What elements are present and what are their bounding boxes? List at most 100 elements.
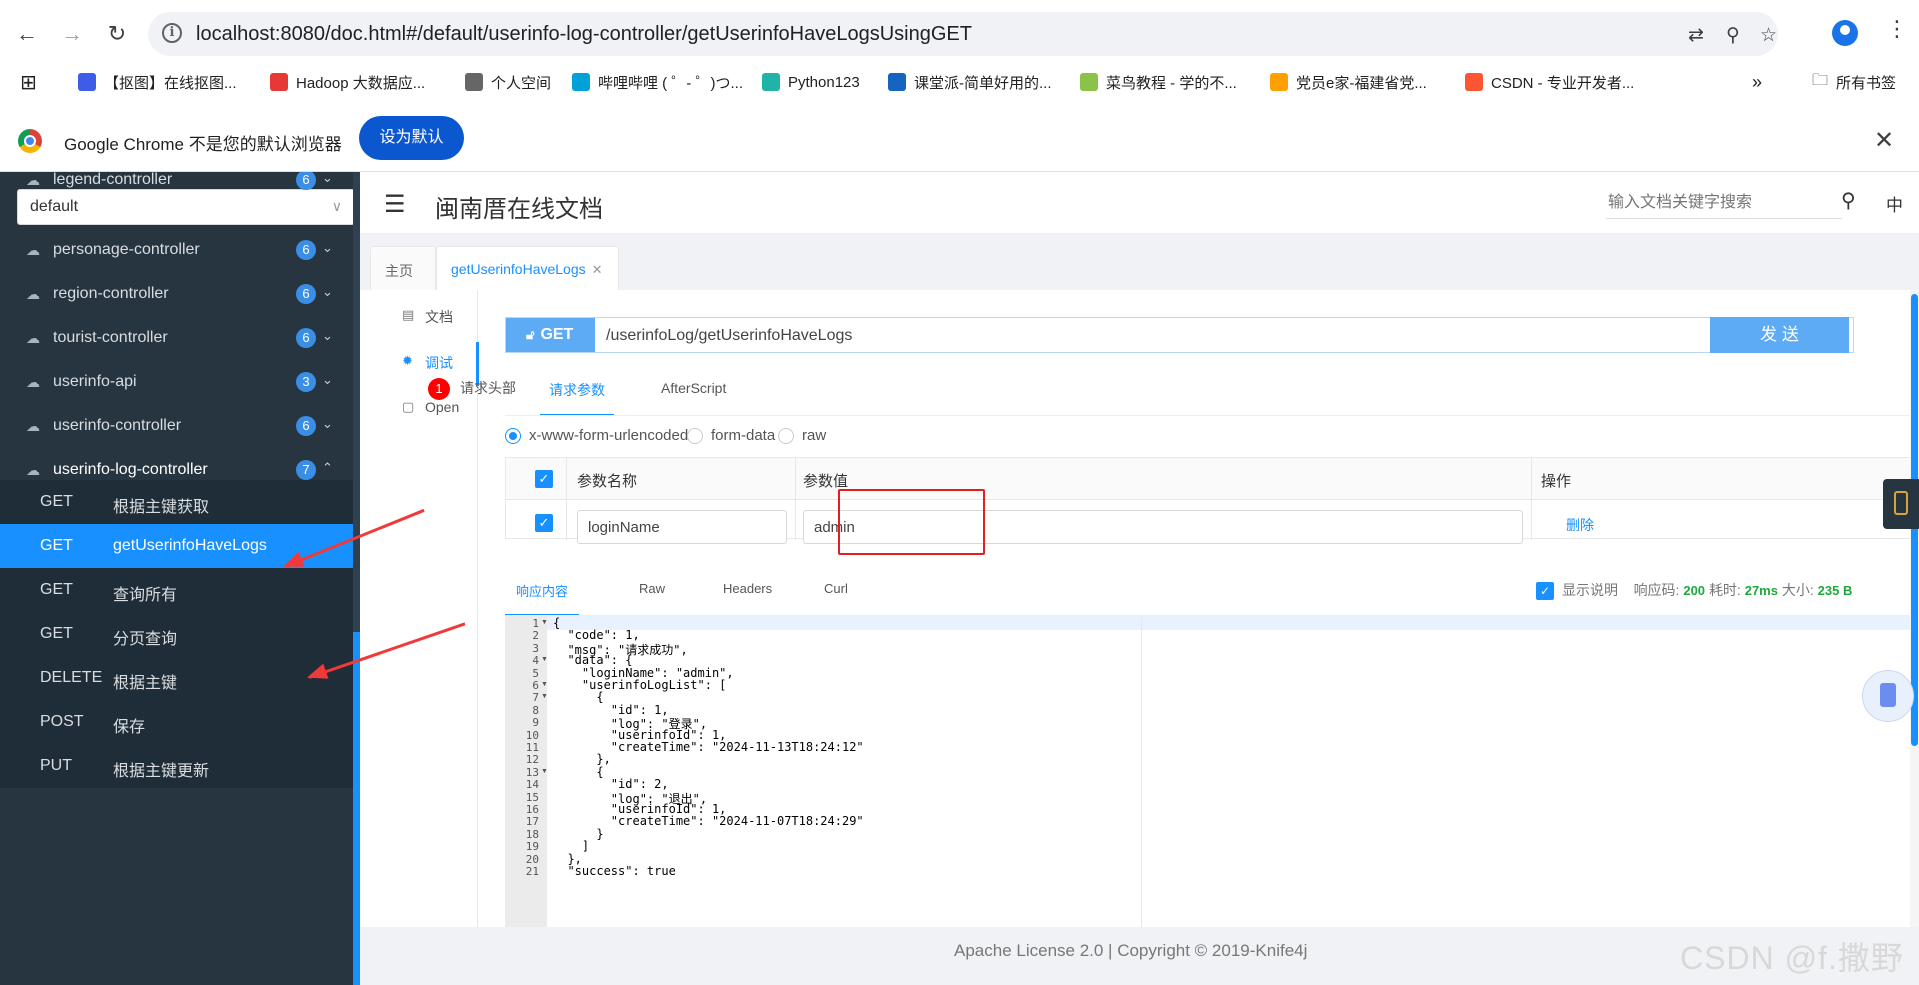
- api-item[interactable]: POST 保存: [0, 700, 355, 744]
- bookmark-item[interactable]: 党员e家-福建省党...: [1270, 70, 1427, 94]
- count-badge: 7: [296, 460, 316, 480]
- side-usb-widget[interactable]: [1883, 479, 1919, 529]
- param-name-input[interactable]: loginName: [577, 510, 787, 544]
- zoom-icon[interactable]: ⚲: [1726, 24, 1740, 47]
- show-desc-checkbox[interactable]: ✓: [1536, 582, 1554, 601]
- radio-urlencoded[interactable]: x-www-form-urlencoded: [505, 427, 688, 444]
- menu-toggle-icon[interactable]: ☰: [384, 190, 406, 219]
- tab-response-content[interactable]: 响应内容: [505, 581, 579, 616]
- forward-arrow-icon[interactable]: →: [55, 17, 89, 51]
- tab-response-curl[interactable]: Curl: [824, 581, 848, 616]
- response-editor[interactable]: 1 ▼ 2 3 4 ▼ 5 6 ▼ 7 ▼ 8 9 10 11 12 13 ▼ 14 15 16 17 18 19 20 21 {…: [505, 616, 1919, 927]
- col-divider: [795, 458, 796, 540]
- fold-toggle-icon[interactable]: ▼: [541, 693, 548, 700]
- sidebar-item-label: personage-controller: [53, 241, 200, 258]
- method-selector[interactable]: 🔓︎ GET: [506, 318, 595, 352]
- fold-toggle-icon[interactable]: ▼: [541, 681, 548, 688]
- tab-response-raw[interactable]: Raw: [639, 581, 665, 616]
- api-method: GET: [40, 625, 73, 642]
- line-number: 1: [532, 617, 539, 630]
- chevron-down-icon: ⌄: [322, 372, 333, 387]
- api-item[interactable]: PUT 根据主键更新: [0, 744, 355, 788]
- address-bar[interactable]: i localhost:8080/doc.html#/default/useri…: [148, 12, 1778, 56]
- bookmark-item[interactable]: CSDN - 专业开发者...: [1465, 70, 1634, 94]
- send-button[interactable]: 发 送: [1710, 317, 1849, 353]
- line-number: 4: [532, 654, 539, 668]
- search-icon[interactable]: ⚲: [1841, 188, 1856, 213]
- bookmark-favicon-icon: [270, 73, 288, 91]
- tab-api[interactable]: getUserinfoHaveLogs ✕: [436, 246, 619, 290]
- back-arrow-icon[interactable]: ←: [10, 17, 44, 51]
- bookmark-item[interactable]: 哔哩哔哩 ( ゜- ゜)つ...: [572, 70, 743, 94]
- tab-request-headers[interactable]: 1 请求头部: [428, 378, 516, 416]
- cloud-icon: ☁: [26, 374, 40, 390]
- menu-debug[interactable]: ✹ 调试: [360, 342, 479, 386]
- row-checkbox[interactable]: ✓: [535, 514, 553, 532]
- chrome-menu-icon[interactable]: ⋮: [1886, 16, 1908, 42]
- tab-request-params[interactable]: 请求参数: [540, 378, 614, 416]
- line-number: 10: [525, 728, 539, 742]
- api-method: POST: [40, 713, 84, 730]
- infobar-message: Google Chrome 不是您的默认浏览器: [64, 135, 342, 154]
- select-all-checkbox[interactable]: ✓: [535, 470, 553, 488]
- tabs-bar: 主页 getUserinfoHaveLogs ✕: [360, 234, 1919, 290]
- address-url[interactable]: localhost:8080/doc.html#/default/userinf…: [196, 23, 972, 46]
- main-header: ☰ 闽南厝在线文档 ⚲ 中: [360, 172, 1919, 234]
- document-icon: ▤: [402, 307, 415, 322]
- reload-icon[interactable]: ↻: [100, 17, 134, 51]
- bookmark-favicon-icon: [1270, 73, 1288, 91]
- language-switch[interactable]: 中: [1886, 191, 1903, 216]
- radio-raw[interactable]: raw: [778, 427, 826, 444]
- translate-icon[interactable]: ⇄: [1688, 24, 1704, 47]
- fold-toggle-icon[interactable]: ▼: [541, 768, 548, 775]
- time-label: 耗时:: [1708, 582, 1741, 598]
- cloud-icon: ☁: [26, 286, 40, 302]
- tab-close-icon[interactable]: ✕: [592, 262, 603, 277]
- response-size: 235 B: [1817, 583, 1853, 598]
- content-scrollbar[interactable]: [1910, 290, 1919, 927]
- bug-icon: ✹: [402, 353, 413, 368]
- all-bookmarks[interactable]: 🗀 所有书签: [1812, 70, 1896, 94]
- profile-avatar-icon[interactable]: [1832, 20, 1858, 46]
- response-time: 27ms: [1744, 583, 1778, 598]
- tab-after-script[interactable]: AfterScript: [661, 378, 726, 416]
- menu-doc[interactable]: ▤ 文档: [360, 296, 478, 336]
- doc-search-input[interactable]: [1606, 187, 1842, 219]
- request-url-input[interactable]: /userinfoLog/getUserinfoHaveLogs: [606, 327, 852, 345]
- tab-home[interactable]: 主页: [370, 246, 436, 290]
- site-info-icon[interactable]: i: [162, 23, 182, 43]
- bookmark-item[interactable]: Python123: [762, 70, 860, 94]
- infobar-close-icon[interactable]: ✕: [1874, 126, 1894, 155]
- bookmark-item[interactable]: 【抠图】在线抠图...: [78, 70, 237, 94]
- fold-toggle-icon[interactable]: ▼: [541, 656, 548, 663]
- line-number: 13: [525, 765, 539, 779]
- bookmark-star-icon[interactable]: ☆: [1760, 24, 1777, 47]
- radio-form-data[interactable]: form-data: [687, 427, 775, 444]
- floating-usb-button[interactable]: [1862, 670, 1914, 722]
- sidebar-scrollbar-thumb[interactable]: [353, 632, 360, 985]
- sidebar-item-legend-controller[interactable]: ☁ legend-controller 6 ⌄: [0, 172, 355, 196]
- bookmark-item[interactable]: 菜鸟教程 - 学的不...: [1080, 70, 1237, 94]
- status-code: 200: [1683, 583, 1706, 598]
- bookmark-item[interactable]: Hadoop 大数据应...: [270, 70, 425, 94]
- line-number: 2: [532, 629, 539, 643]
- api-item[interactable]: GET 分页查询: [0, 612, 355, 656]
- subtabs-divider: [505, 415, 1919, 416]
- browser-chrome: ← → ↻ i localhost:8080/doc.html#/default…: [0, 0, 1919, 172]
- sidebar-scrollbar[interactable]: [353, 172, 360, 985]
- radio-dot: [687, 427, 703, 444]
- bookmarks-more-icon[interactable]: »: [1752, 70, 1762, 94]
- count-badge: 6: [296, 284, 316, 304]
- api-item[interactable]: GET 查询所有: [0, 568, 355, 612]
- bookmark-item[interactable]: 课堂派-简单好用的...: [888, 70, 1052, 94]
- set-default-button[interactable]: 设为默认: [359, 116, 464, 160]
- params-table-header: [506, 458, 1918, 500]
- api-item[interactable]: DELETE 根据主键: [0, 656, 355, 700]
- bookmark-item[interactable]: 个人空间: [465, 70, 551, 94]
- apps-grid-icon[interactable]: ⊞: [20, 70, 37, 94]
- bookmark-label: 菜鸟教程 - 学的不...: [1106, 74, 1237, 92]
- tab-response-headers[interactable]: Headers: [723, 581, 772, 616]
- api-item[interactable]: GET 根据主键获取: [0, 480, 355, 524]
- delete-param-link[interactable]: 删除: [1566, 515, 1594, 535]
- api-name: 根据主键: [113, 675, 178, 692]
